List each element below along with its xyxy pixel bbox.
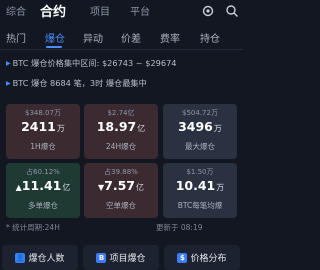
card-btc-avg-liquidation[interactable]: $1.50万 10.41万 BTC每笔均爆 — [163, 163, 237, 218]
tab-project[interactable]: 项目 — [90, 3, 110, 18]
triangle-icon: ▶ — [6, 80, 11, 87]
gear-icon[interactable] — [201, 3, 215, 17]
price-distribution-button[interactable]: $ 价格分布 — [164, 245, 240, 270]
triangle-icon: ▶ — [6, 60, 11, 67]
card-sub: $504.72万 — [182, 109, 218, 117]
stats-period: * 统计周期:24H — [6, 223, 60, 232]
active-tab-indicator — [46, 46, 62, 48]
b-icon: B — [96, 252, 107, 263]
card-label: 最大爆仓 — [185, 142, 215, 151]
card-label: 1H爆仓 — [30, 142, 56, 151]
subtab-movement[interactable]: 异动 — [83, 30, 103, 45]
card-value: 18.97亿 — [96, 119, 146, 134]
top-navigation: 综合 合约 项目 平台 — [0, 0, 243, 22]
update-time: 更新于 08:19 — [156, 223, 203, 232]
card-sub: 占60.12% — [26, 168, 60, 176]
card-label: 空单爆仓 — [106, 201, 136, 210]
card-sub: 占39.88% — [104, 168, 138, 176]
liquidation-users-button[interactable]: 👤 爆仓人数 — [2, 245, 78, 270]
tab-contract[interactable]: 合约 — [40, 1, 66, 20]
subtab-hot[interactable]: 热门 — [6, 30, 26, 45]
tab-comprehensive[interactable]: 综合 — [6, 3, 26, 18]
search-icon[interactable] — [225, 3, 239, 17]
price-icon: $ — [177, 252, 188, 263]
card-sub: $1.50万 — [186, 168, 214, 176]
card-24h-liquidation[interactable]: $2.74亿 18.97亿 24H爆仓 — [84, 104, 158, 159]
card-sub: $2.74亿 — [107, 109, 135, 117]
card-max-liquidation[interactable]: $504.72万 3496万 最大爆仓 — [163, 104, 237, 159]
card-long-liquidation[interactable]: 占60.12% ▲11.41亿 多单爆仓 — [6, 163, 80, 218]
project-liquidation-button[interactable]: B 项目爆仓 — [83, 245, 159, 270]
card-label: BTC每笔均爆 — [177, 201, 223, 210]
card-label: 24H爆仓 — [105, 142, 137, 151]
card-value: 3496万 — [178, 119, 222, 134]
info-line-price-range: ▶ BTC 爆仓价格集中区间: $26743 ~ $29674 — [6, 58, 177, 68]
subtab-funding-rate[interactable]: 费率 — [160, 30, 180, 45]
card-short-liquidation[interactable]: 占39.88% ▼7.57亿 空单爆仓 — [84, 163, 158, 218]
subtab-open-interest[interactable]: 持仓 — [200, 30, 220, 45]
card-sub: $348.07万 — [25, 109, 61, 117]
user-icon: 👤 — [15, 252, 26, 263]
card-value: ▲11.41亿 — [15, 178, 71, 193]
card-value: ▼7.57亿 — [98, 178, 144, 193]
stats-footnote: * 统计周期:24H 更新于 08:19 — [6, 222, 203, 233]
info-line-liquidation-count: ▶ BTC 爆仓 8684 笔，3时 爆仓最集中 — [6, 78, 147, 88]
card-label: 多单爆仓 — [28, 201, 58, 210]
subtab-liquidation[interactable]: 爆仓 — [45, 30, 65, 45]
tab-platform[interactable]: 平台 — [130, 3, 150, 18]
card-1h-liquidation[interactable]: $348.07万 2411万 1H爆仓 — [6, 104, 80, 159]
subtab-spread[interactable]: 价差 — [121, 30, 141, 45]
card-value: 2411万 — [21, 119, 65, 134]
sub-tabs: 热门 爆仓 异动 价差 费率 持仓 — [0, 26, 243, 50]
card-value: 10.41万 — [175, 178, 225, 193]
